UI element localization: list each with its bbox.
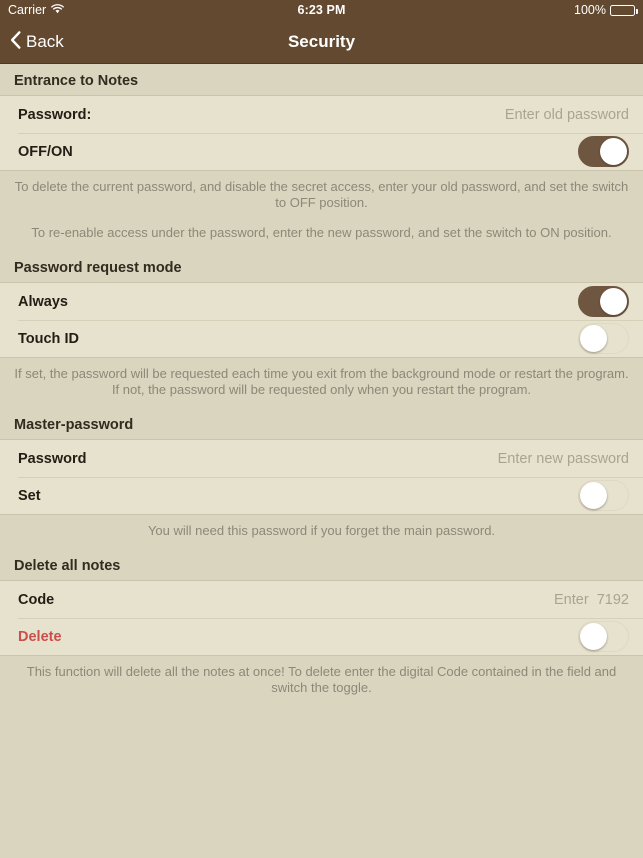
footer-text: To re-enable access under the password, … (31, 225, 612, 240)
row-label-always: Always (18, 293, 68, 310)
battery-full-icon (610, 4, 638, 16)
row-label-touch-id: Touch ID (18, 330, 79, 347)
status-bar-right: 100% (574, 3, 638, 17)
always-toggle-knob (600, 288, 627, 315)
set-master-password-toggle-knob (580, 482, 607, 509)
delete-code-input[interactable] (369, 591, 629, 608)
section-header-master-password: Master-password (0, 408, 643, 439)
section-header-delete-all-notes: Delete all notes (0, 549, 643, 580)
settings-table: Entrance to Notes Password: OFF/ON To de… (0, 64, 643, 858)
section-group-delete-all-notes: Code Delete (0, 580, 643, 656)
chevron-left-icon (10, 30, 21, 54)
security-settings-screen: Carrier 6:23 PM 100% Back Security Entra… (0, 0, 643, 858)
row-always[interactable]: Always (0, 283, 643, 320)
delete-all-notes-toggle-knob (580, 623, 607, 650)
footer-text: If set, the password will be requested e… (14, 366, 629, 397)
footer-text: You will need this password if you forge… (147, 523, 496, 538)
section-footer-entrance-to-notes: To delete the current password, and disa… (0, 171, 643, 251)
row-label-set: Set (18, 487, 41, 504)
row-label-delete: Delete (18, 628, 62, 645)
row-password-old[interactable]: Password: (0, 96, 643, 133)
section-footer-master-password: You will need this password if you forge… (0, 515, 643, 549)
row-set[interactable]: Set (0, 477, 643, 514)
row-delete[interactable]: Delete (0, 618, 643, 655)
status-bar: Carrier 6:23 PM 100% (0, 0, 643, 20)
row-label-code: Code (18, 591, 55, 608)
entrance-toggle-knob (600, 138, 627, 165)
row-label-master-password: Password (18, 450, 87, 467)
entrance-toggle[interactable] (578, 136, 629, 167)
section-group-master-password: Password Set (0, 439, 643, 515)
back-button[interactable]: Back (10, 30, 64, 54)
status-bar-left: Carrier (8, 3, 65, 17)
section-footer-delete-all-notes: This function will delete all the notes … (0, 656, 643, 706)
battery-percent-label: 100% (574, 3, 606, 17)
status-bar-time: 6:23 PM (297, 3, 346, 17)
page-title: Security (287, 31, 356, 51)
footer-text: To delete the current password, and disa… (14, 179, 629, 210)
new-password-input[interactable] (369, 450, 629, 467)
back-button-label: Back (26, 31, 64, 51)
set-master-password-toggle[interactable] (578, 480, 629, 511)
section-footer-password-request-mode: If set, the password will be requested e… (0, 358, 643, 408)
row-label-off-on: OFF/ON (18, 143, 73, 160)
delete-all-notes-toggle[interactable] (578, 621, 629, 652)
carrier-label: Carrier (8, 3, 47, 17)
section-group-password-request-mode: Always Touch ID (0, 282, 643, 358)
section-group-entrance-to-notes: Password: OFF/ON (0, 95, 643, 171)
navigation-bar: Back Security (0, 20, 643, 64)
touch-id-toggle[interactable] (578, 323, 629, 354)
row-code[interactable]: Code (0, 581, 643, 618)
wifi-icon (51, 3, 65, 17)
row-off-on[interactable]: OFF/ON (0, 133, 643, 170)
always-toggle[interactable] (578, 286, 629, 317)
touch-id-toggle-knob (580, 325, 607, 352)
section-header-entrance-to-notes: Entrance to Notes (0, 64, 643, 95)
old-password-input[interactable] (369, 106, 629, 123)
row-touch-id[interactable]: Touch ID (0, 320, 643, 357)
section-header-password-request-mode: Password request mode (0, 251, 643, 282)
row-label-password-old: Password: (18, 106, 92, 123)
row-master-password[interactable]: Password (0, 440, 643, 477)
footer-text: This function will delete all the notes … (26, 664, 617, 695)
